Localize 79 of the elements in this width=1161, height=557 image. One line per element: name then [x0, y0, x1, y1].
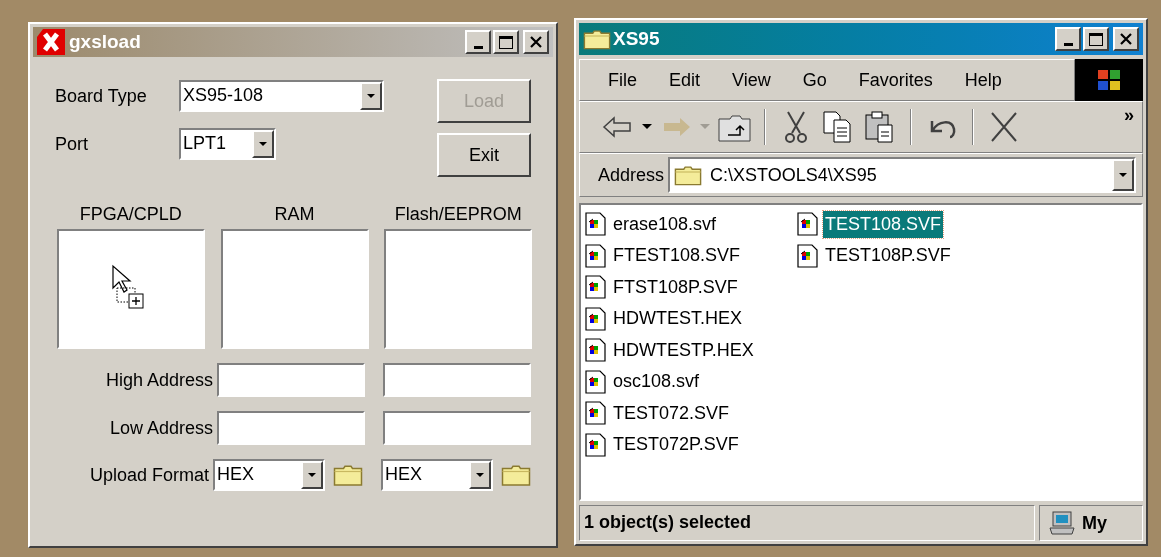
app-logo-icon	[37, 29, 65, 55]
format-dropdown[interactable]: HEX	[381, 459, 493, 491]
drop-target-area[interactable]	[56, 229, 205, 349]
directory-entry[interactable]: HDWTESTP.HEX	[585, 335, 756, 365]
dropdown-arrow-button[interactable]	[1112, 159, 1134, 191]
dropdown-arrow-button[interactable]	[469, 461, 491, 489]
menu-item[interactable]: File	[608, 66, 637, 94]
document-icon	[585, 212, 607, 236]
minimize-button[interactable]	[1055, 27, 1081, 51]
dropdown-arrow-button[interactable]	[252, 130, 274, 158]
directory-entry[interactable]: TEST072.SVF	[585, 398, 732, 428]
menu-item[interactable]: Favorites	[858, 66, 933, 94]
address-input[interactable]	[383, 411, 531, 445]
column-heading: Flash/EEPROM	[394, 203, 522, 225]
field-label: Low Address	[108, 416, 214, 440]
field-label: Upload Format	[88, 463, 210, 487]
address-input[interactable]	[383, 363, 531, 397]
minimize-button[interactable]	[465, 30, 491, 54]
caret-icon	[259, 141, 267, 147]
dialog-button[interactable]: Exit	[437, 133, 531, 177]
maximize-button[interactable]	[493, 30, 519, 54]
field-label: Board Type	[55, 84, 148, 108]
address-input[interactable]	[217, 411, 365, 445]
dropdown-arrow-button[interactable]	[301, 461, 323, 489]
directory-entry[interactable]: osc108.svf	[585, 366, 702, 397]
menu-item[interactable]: Help	[964, 66, 1002, 94]
document-icon	[797, 243, 819, 268]
caret-icon[interactable]	[642, 124, 652, 130]
document-icon	[585, 369, 607, 394]
menu-item[interactable]: Go	[802, 66, 827, 94]
status-text: 1 object(s) selected	[579, 505, 1035, 541]
directory-entry[interactable]: TEST108P.SVF	[797, 240, 953, 271]
board-type-dropdown[interactable]: XS95-108	[179, 80, 384, 112]
toolbar-overflow-button[interactable]: »	[1124, 106, 1134, 124]
document-icon	[585, 432, 607, 457]
document-icon	[585, 275, 607, 299]
windows-logo-icon	[1096, 68, 1122, 92]
directory-entry[interactable]: erase108.svf	[585, 209, 719, 239]
column-heading: RAM	[274, 203, 315, 225]
document-icon	[585, 306, 607, 331]
directory-entry[interactable]: FTEST108.SVF	[585, 240, 743, 271]
caret-icon	[1119, 172, 1127, 178]
computer-icon	[1048, 511, 1076, 535]
document-icon	[585, 401, 607, 425]
directory-entry[interactable]: HDWTEST.HEX	[585, 303, 744, 334]
directory-entry[interactable]: FTST108P.SVF	[585, 272, 740, 302]
document-icon	[585, 338, 607, 362]
menu-item[interactable]: View	[732, 66, 771, 94]
address-label: Address	[598, 163, 665, 187]
close-button[interactable]	[1113, 27, 1139, 51]
document-icon	[797, 212, 819, 236]
close-icon	[530, 36, 542, 48]
document-icon	[585, 243, 607, 268]
maximize-button[interactable]	[1083, 27, 1109, 51]
folder-icon	[674, 164, 703, 186]
close-button[interactable]	[523, 30, 549, 54]
dropdown-arrow-button[interactable]	[360, 82, 382, 110]
folder-icon	[333, 463, 363, 487]
format-dropdown[interactable]: HEX	[213, 459, 325, 491]
field-label: High Address	[104, 368, 214, 392]
window-title: XS95	[613, 26, 660, 51]
window-title: gxsload	[69, 29, 141, 54]
directory-entry[interactable]: TEST072P.SVF	[585, 429, 741, 460]
address-input[interactable]	[217, 363, 365, 397]
close-icon	[1120, 33, 1132, 45]
drop-target-area[interactable]	[220, 229, 369, 349]
caret-icon	[700, 124, 710, 130]
zone-text: My	[1082, 511, 1107, 535]
folder-icon	[583, 28, 611, 50]
caret-icon	[476, 472, 484, 478]
caret-icon	[308, 472, 316, 478]
folder-icon	[501, 463, 531, 487]
drop-target-area[interactable]	[384, 229, 533, 349]
caret-icon	[367, 93, 375, 99]
menu-item[interactable]: Edit	[669, 66, 701, 94]
column-heading: FPGA/CPLD	[79, 203, 182, 225]
address-bar[interactable]: C:\XSTOOLS4\XS95	[668, 157, 1136, 193]
port-dropdown[interactable]: LPT1	[179, 128, 276, 160]
field-label: Port	[55, 132, 89, 156]
